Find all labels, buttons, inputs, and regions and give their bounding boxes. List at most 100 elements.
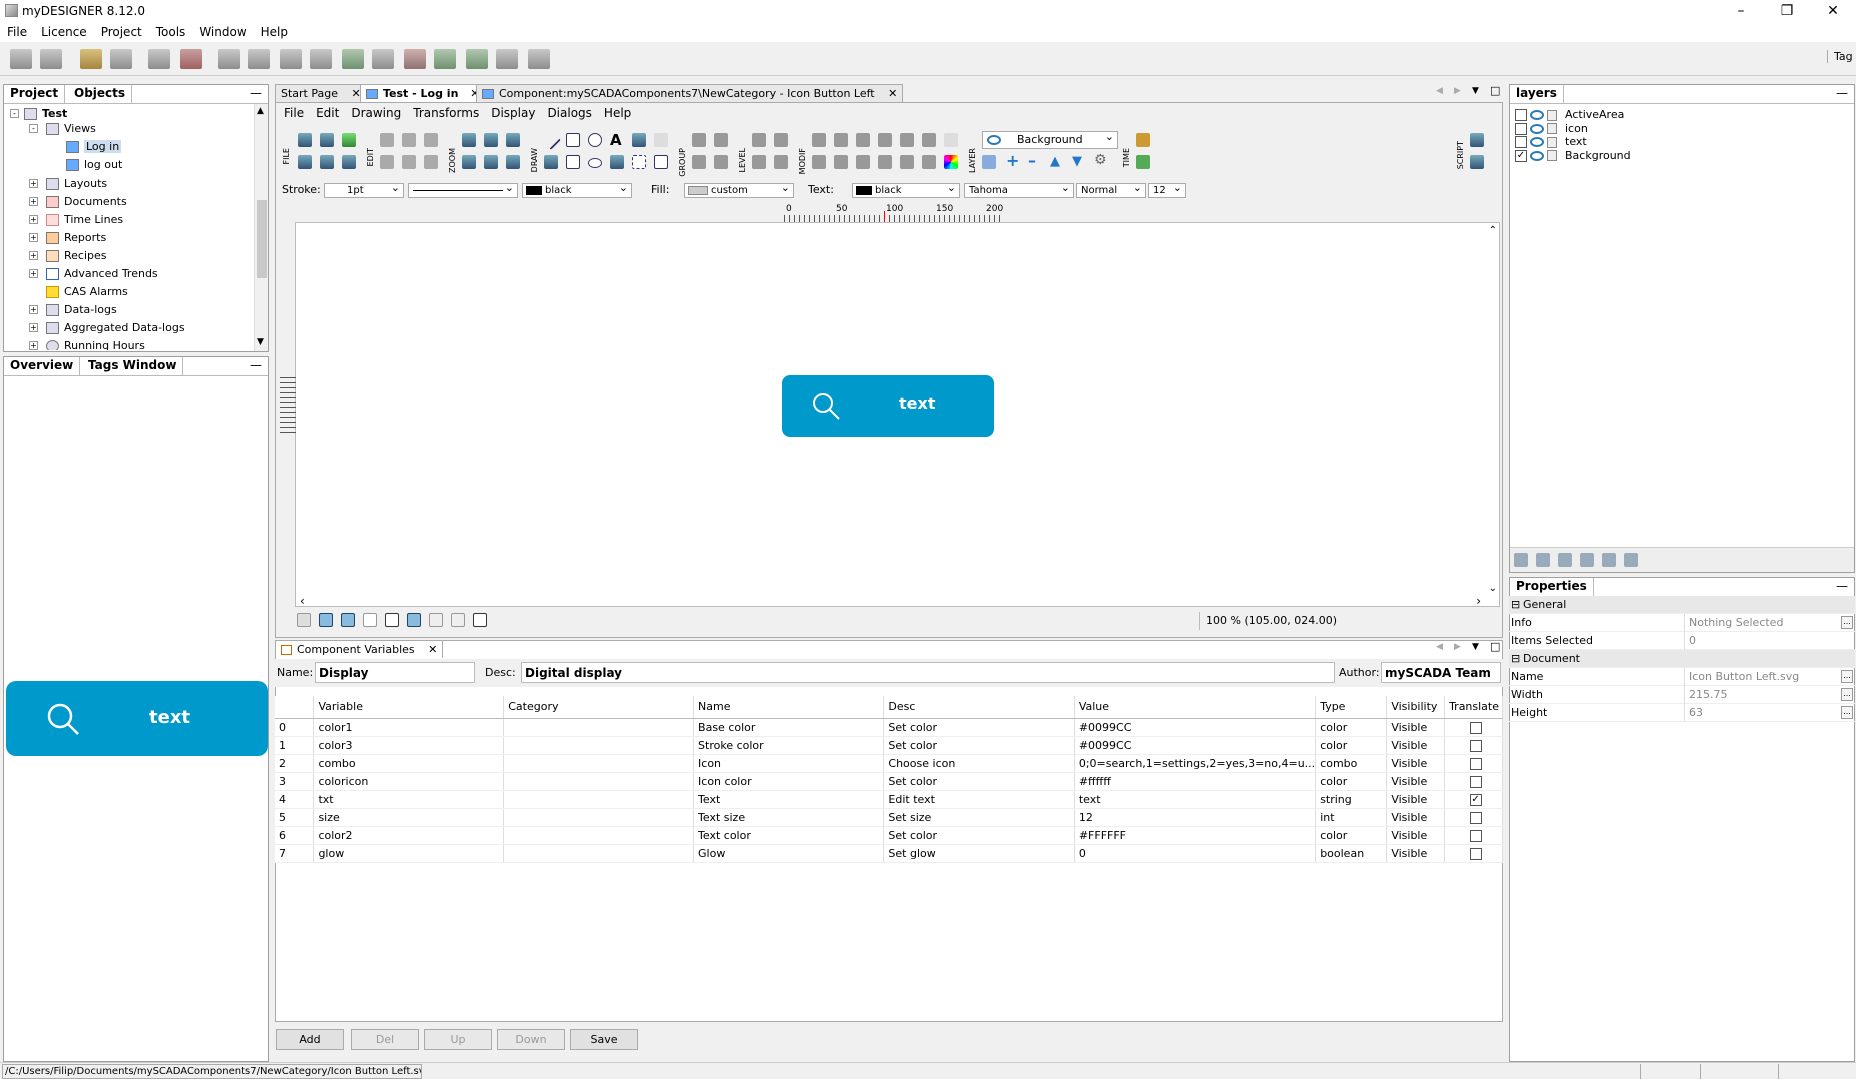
table-cell-i[interactable]: 0 [275,718,315,737]
column-header[interactable]: Translate [1444,696,1503,719]
layers-icon[interactable] [320,155,334,169]
translate-checkbox[interactable] [1469,829,1482,842]
property-edit-button[interactable]: ... [1841,706,1853,719]
tree-item-test[interactable]: Test [24,106,67,121]
table-cell-cat[interactable] [503,736,695,755]
lock-icon[interactable] [1547,109,1557,121]
property-edit-button[interactable]: ... [1841,688,1853,701]
print-icon[interactable] [496,49,518,69]
layer-up-icon[interactable]: ▲ [1050,154,1060,169]
scroll-up-icon[interactable]: ▲ [257,106,264,116]
border-icon[interactable] [385,613,399,627]
tab-component-variables[interactable]: Component Variables ✕ [275,640,444,658]
zoom-in-icon[interactable] [462,133,476,147]
layer-up-icon[interactable] [1558,553,1572,567]
table-cell-type[interactable]: color [1315,736,1388,755]
bring-front-icon[interactable] [752,133,766,147]
eye-icon[interactable] [1530,150,1544,161]
scrollbar-thumb[interactable] [257,200,267,278]
menu-file[interactable]: File [0,22,34,42]
path-icon[interactable] [856,155,870,169]
lock-icon[interactable] [1547,150,1557,161]
layer-3d-icon[interactable] [982,155,996,169]
table-cell-type[interactable]: int [1315,808,1388,827]
canvas-scroll-right-icon[interactable]: › [1476,594,1481,608]
script-icon[interactable] [1470,133,1484,147]
download-icon[interactable] [466,49,488,69]
group-icon[interactable] [692,133,706,147]
table-cell-var[interactable]: coloricon [313,772,505,791]
panel-minimize-icon[interactable]: — [1836,86,1848,100]
tool-2-icon[interactable] [310,49,332,69]
table-cell-i[interactable]: 1 [275,736,315,755]
table-row[interactable]: 0 color1 Base color Set color #0099CC color Vi… [275,718,1503,737]
validate-icon[interactable] [342,133,356,147]
ungroup-2-icon[interactable] [714,155,728,169]
eye-icon[interactable] [1530,123,1544,134]
vars-scroll-left-icon[interactable]: ◀ [1436,642,1443,652]
tab-test-log-in[interactable]: Test - Log in ✕ [360,84,486,102]
delete-icon[interactable] [404,49,426,69]
tree-item-views[interactable]: Views [46,121,96,136]
editor-menu-transforms[interactable]: Transforms [407,104,485,122]
clone-icon[interactable] [402,155,416,169]
table-cell-type[interactable]: color [1315,826,1388,845]
table-cell-name[interactable]: Base color [693,718,885,737]
table-cell-desc[interactable]: Set size [883,808,1075,827]
tool-3-icon[interactable] [342,49,364,69]
editor-menu-file[interactable]: File [278,104,310,122]
name-field[interactable]: Display [315,662,475,683]
column-header[interactable]: Variable [313,696,505,719]
rectangle-tool-icon[interactable] [566,133,580,147]
table-cell-name[interactable]: Text size [693,808,885,827]
menu-help[interactable]: Help [254,22,295,42]
expand-icon[interactable]: + [29,341,38,350]
layer-visibility-checkbox[interactable] [1515,136,1527,148]
undo-icon[interactable] [80,49,102,69]
author-field[interactable]: mySCADA Team [1381,662,1501,683]
font-combo[interactable]: Tahoma [964,183,1074,198]
table-cell-desc[interactable]: Edit text [883,790,1075,809]
add-layer-icon[interactable]: + [1006,151,1019,170]
expand-icon[interactable]: + [29,305,38,314]
cut-icon[interactable] [380,133,394,147]
image-tool-icon[interactable] [632,133,646,147]
remove-layer-icon[interactable]: – [1028,151,1036,170]
property-edit-button[interactable]: ... [1841,616,1853,629]
save-icon[interactable] [298,155,312,169]
save-icon[interactable] [10,49,32,69]
picture-tool-icon[interactable] [610,155,624,169]
table-cell-desc[interactable]: Set glow [883,844,1075,863]
resize-icon[interactable] [834,133,848,147]
save-all-icon[interactable] [40,49,62,69]
editor-menu-drawing[interactable]: Drawing [345,104,407,122]
duplicate-icon[interactable] [380,155,394,169]
layer-combo[interactable]: Background [982,131,1118,149]
table-cell-i[interactable]: 5 [275,808,315,827]
column-header[interactable]: Name [693,696,885,719]
desc-field[interactable]: Digital display [521,662,1335,683]
panel-minimize-icon[interactable]: — [250,86,262,100]
tree-item-advanced-trends[interactable]: Advanced Trends [46,266,158,281]
redo-icon[interactable] [110,49,132,69]
table-row[interactable]: 4 txt Text Edit text text string Visible ✓ [275,790,1503,809]
table-cell-var[interactable]: color2 [313,826,505,845]
tab-overview[interactable]: Overview [4,357,81,375]
editor-menu-dialogs[interactable]: Dialogs [541,104,597,122]
close-tab-icon[interactable]: ✕ [888,87,897,100]
add-button[interactable]: Add [276,1029,344,1050]
collapse-icon[interactable]: - [29,124,38,133]
union-icon[interactable] [878,155,892,169]
table-cell-value[interactable]: #FFFFFF [1074,826,1317,845]
tree-item-log-out[interactable]: log out [66,157,122,172]
table-row[interactable]: 2 combo Icon Choose icon 0;0=search,1=settin… [275,754,1503,773]
collapse-icon[interactable]: - [10,109,19,118]
translate-checkbox[interactable] [1469,757,1482,770]
stroke-width-combo[interactable]: 1pt [324,183,404,198]
table-cell-i[interactable]: 7 [275,844,315,863]
tab-component-icon-button-left[interactable]: Component:mySCADAComponents7\NewCategory… [476,84,904,102]
table-cell-cat[interactable] [503,844,695,863]
send-backward-icon[interactable] [774,155,788,169]
polyline-tool-icon[interactable] [544,155,558,169]
tree-item-recipes[interactable]: Recipes [46,248,107,263]
